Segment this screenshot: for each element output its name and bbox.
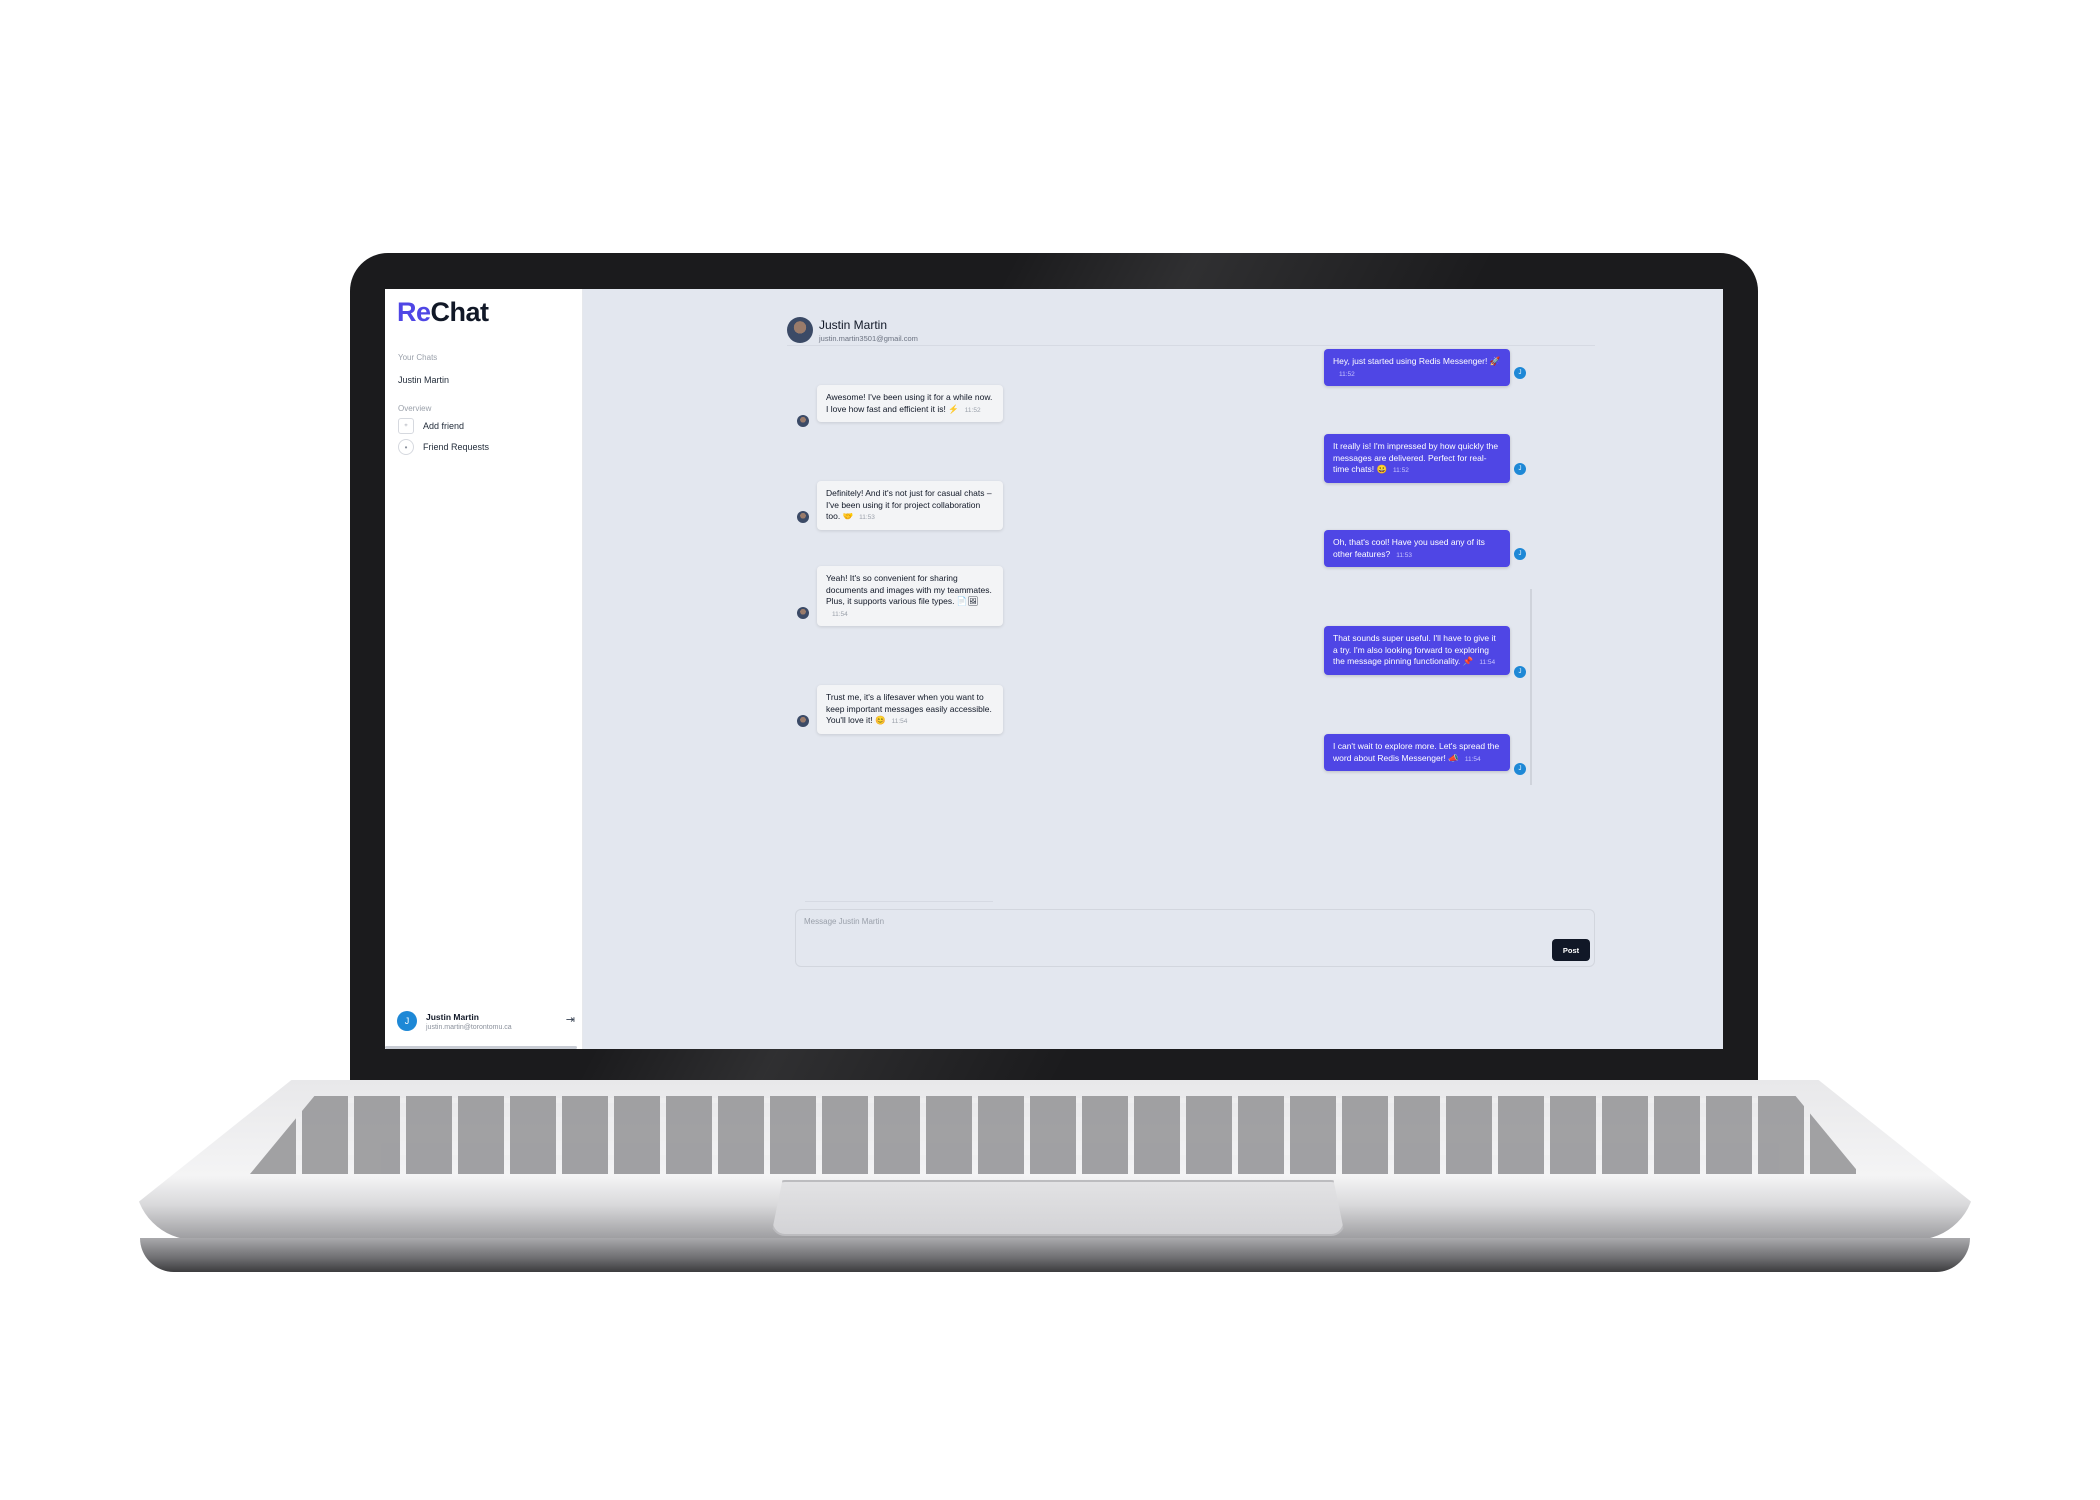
message-time: 11:53 [859, 514, 875, 521]
sidebar-scrollbar[interactable] [385, 1046, 577, 1049]
logo-suffix: Chat [430, 297, 490, 327]
message-time: 11:52 [1339, 370, 1355, 378]
sidebar-chat-item[interactable]: Justin Martin [398, 375, 449, 385]
your-chats-label: Your Chats [398, 353, 438, 362]
partner-avatar [787, 317, 813, 343]
message-incoming: Awesome! I've been using it for a while … [817, 385, 1003, 422]
sidebar-item-add-friend[interactable]: ⁺ Add friend [398, 418, 464, 434]
avatar: J [397, 1011, 417, 1031]
partner-name: Justin Martin [819, 318, 888, 332]
message-incoming: Yeah! It's so convenient for sharing doc… [817, 566, 1003, 626]
overview-label: Overview [398, 404, 432, 413]
message-text: Yeah! It's so convenient for sharing doc… [826, 573, 992, 606]
message-text: Definitely! And it's not just for casual… [826, 488, 992, 521]
message-text: Trust me, it's a lifesaver when you want… [826, 692, 992, 725]
message-text: It really is! I'm impressed by how quick… [1333, 441, 1499, 474]
partner-avatar-small [797, 607, 809, 619]
user-email: justin.martin@torontomu.ca [426, 1023, 512, 1031]
message-time: 11:54 [891, 718, 908, 725]
divider [805, 901, 993, 902]
message-time: 11:52 [1393, 467, 1409, 474]
message-input[interactable] [802, 915, 1346, 939]
messages-scrollbar[interactable] [1530, 589, 1532, 785]
laptop-base-edge [140, 1238, 1970, 1272]
partner-email: justin.martin3501@gmail.com [819, 334, 918, 343]
message-time: 11:52 [964, 406, 981, 414]
message-outgoing: I can't wait to explore more. Let's spre… [1324, 734, 1510, 771]
partner-avatar-small [797, 511, 809, 523]
message-incoming: Trust me, it's a lifesaver when you want… [817, 685, 1003, 734]
app-logo[interactable]: ReChat [397, 297, 489, 328]
logout-icon[interactable]: ⇥ [566, 1013, 575, 1026]
message-text: Hey, just started using Redis Messenger!… [1333, 356, 1501, 366]
message-outgoing: It really is! I'm impressed by how quick… [1324, 434, 1510, 483]
user-icon: • [398, 439, 414, 455]
keyboard [250, 1096, 1860, 1174]
sidebar: ReChat Your Chats Justin Martin Overview… [385, 289, 583, 1049]
my-avatar: J [1514, 367, 1526, 379]
logo-prefix: Re [397, 297, 431, 327]
my-avatar: J [1514, 548, 1526, 560]
message-text: That sounds super useful. I'll have to g… [1333, 633, 1496, 666]
laptop-screen: ReChat Your Chats Justin Martin Overview… [385, 289, 1723, 1049]
my-avatar: J [1514, 463, 1526, 475]
post-button[interactable]: Post [1552, 939, 1590, 961]
partner-avatar-small [797, 715, 809, 727]
sidebar-item-label: Add friend [423, 421, 465, 431]
my-avatar: J [1514, 763, 1526, 775]
message-time: 11:54 [1464, 755, 1481, 763]
chat-header: Justin Martin justin.martin3501@gmail.co… [787, 317, 1595, 346]
message-incoming: Definitely! And it's not just for casual… [817, 481, 1003, 530]
message-time: 11:53 [1396, 551, 1412, 559]
message-outgoing: Oh, that's cool! Have you used any of it… [1324, 530, 1510, 567]
user-plus-icon: ⁺ [398, 418, 414, 434]
message-outgoing: Hey, just started using Redis Messenger!… [1324, 349, 1510, 386]
laptop-lid: ReChat Your Chats Justin Martin Overview… [350, 253, 1758, 1086]
sidebar-item-label: Friend Requests [423, 442, 490, 452]
sidebar-item-friend-requests[interactable]: • Friend Requests [398, 439, 489, 455]
partner-avatar-small [797, 415, 809, 427]
message-time: 11:54 [1479, 659, 1496, 666]
message-outgoing: That sounds super useful. I'll have to g… [1324, 626, 1510, 675]
my-avatar: J [1514, 666, 1526, 678]
message-time: 11:54 [832, 610, 848, 618]
current-user: J Justin Martin justin.martin@torontomu.… [397, 1011, 575, 1031]
message-composer: Post [795, 909, 1595, 967]
user-name: Justin Martin [426, 1011, 479, 1022]
trackpad [771, 1180, 1345, 1236]
